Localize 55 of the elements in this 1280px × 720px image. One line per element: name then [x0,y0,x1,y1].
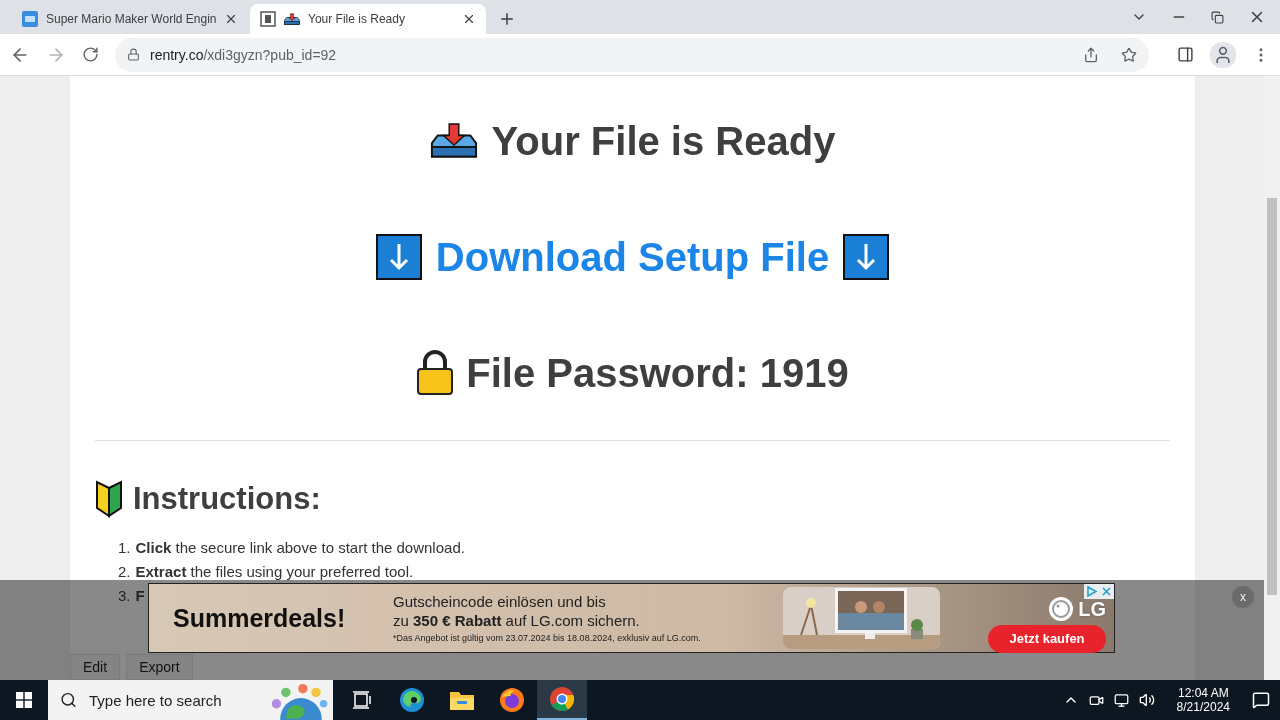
browser-tab[interactable]: Super Mario Maker World Engin [12,4,248,34]
step-number: 3. [118,586,131,604]
search-icon [60,691,77,709]
browser-tab[interactable]: Your File is Ready [250,4,486,34]
chrome-icon[interactable] [549,686,575,712]
close-icon[interactable] [462,12,476,26]
ad-disclaimer: *Das Angebot ist gültig vom 23.07.2024 bis 18.08.2024, exklusiv auf LG.com. [393,633,702,643]
download-link[interactable]: Download Setup File [435,234,830,280]
page-button[interactable]: Export [126,654,193,680]
lock-icon [416,350,455,396]
ad-headline: Summerdeals! [173,603,347,633]
side-panel-icon[interactable] [1177,46,1194,63]
close-icon[interactable] [224,12,238,26]
profile-icon[interactable] [1210,41,1236,68]
task-view-icon[interactable] [352,691,372,709]
step-text: Extract the files using your preferred tool. [135,562,414,580]
instructions-heading: Instructions: [133,481,321,517]
bookmark-star-icon[interactable] [1121,46,1137,63]
search-input[interactable]: Type here to search [87,690,257,710]
edge-browser-icon[interactable] [399,687,425,713]
brand-name: LG [1078,597,1106,620]
page-title: Your File is Ready [491,118,836,164]
file-explorer-icon[interactable] [449,689,475,711]
plus-icon [498,10,516,28]
reload-icon[interactable] [82,46,99,63]
step-text: Click the secure link above to start the download. [135,538,465,556]
clock-date[interactable]: 8/21/2024 [1176,700,1230,714]
restore-icon[interactable] [1211,10,1224,24]
ad-banner[interactable]: Summerdeals! Gutscheincode einlösen und bis zu 350 € Rabatt auf LG.com sichern. *Das Angebot ist gültig vom 23.07.2024 bis 18.08.2024, exklusiv auf LG.com. LG Jetzt kaufen [148,583,1115,653]
close-ad-button[interactable]: x [1232,586,1254,608]
volume-icon[interactable] [1138,692,1155,708]
address-bar[interactable]: rentry.co/xdi3gyzn?pub_id=92 [115,37,1149,72]
brand-logo-icon [1048,595,1075,622]
clock-time[interactable]: 12:04 AM [1177,686,1229,700]
ad-choices-icon[interactable] [1084,584,1114,599]
inbox-tray-icon [429,121,478,161]
share-icon[interactable] [1083,46,1099,63]
step-number: 2. [118,562,131,580]
network-icon[interactable] [1113,692,1129,708]
step-text: F [135,586,145,604]
step-number: 1. [118,538,131,556]
document-favicon-icon [260,11,276,27]
firefox-icon[interactable] [499,687,525,713]
inbox-tray-icon [284,12,300,26]
notifications-icon[interactable] [1252,691,1270,709]
ad-text: Gutscheincode einlösen und bis [393,593,607,610]
ad-text: zu 350 € Rabatt auf LG.com sichern. [393,612,641,629]
lock-icon [127,48,140,61]
password-text: File Password: 1919 [466,350,849,396]
beginner-symbol-icon [95,480,123,518]
taskbar-search-box[interactable]: Type here to search [48,680,333,720]
page-button[interactable]: Edit [70,654,121,680]
windows-logo-icon[interactable] [16,692,32,708]
site-favicon-icon [22,11,38,27]
buy-button[interactable]: Jetzt kaufen [988,624,1106,653]
